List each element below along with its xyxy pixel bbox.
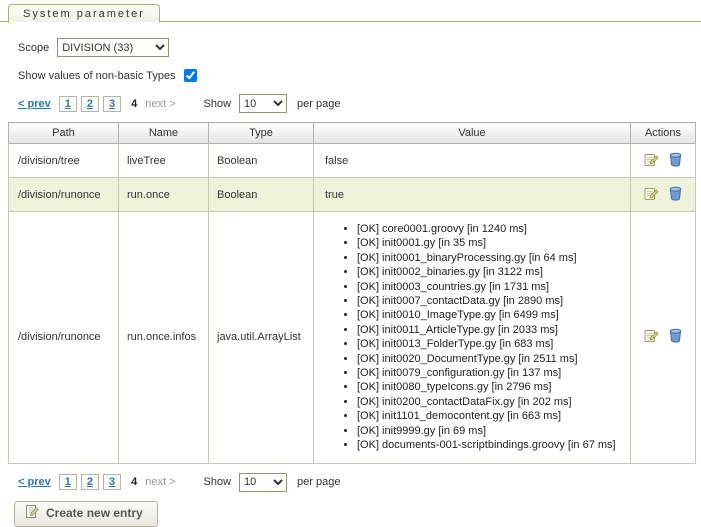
prev-page-link[interactable]: < prev [18,476,51,488]
show-label: Show [204,98,232,110]
header-path: Path [9,123,119,144]
value-list-item: [OK] init0079_configuration.gy [in 137 m… [357,366,622,380]
cell-name: run.once [119,178,209,212]
value-list-item: [OK] init0007_contactData.gy [in 2890 ms… [357,294,622,308]
nonbasic-row: Show values of non-basic Types [18,69,701,82]
create-new-entry-label: Create new entry [46,506,143,520]
value-list-item: [OK] init0001_binaryProcessing.gy [in 64… [357,251,622,265]
value-list-item: [OK] init0020_DocumentType.gy [in 2511 m… [357,352,622,366]
parameters-table: Path Name Type Value Actions /division/t… [8,122,696,464]
footer-row: Create new entry [14,501,701,527]
page-button-3[interactable]: 3 [103,474,121,490]
cell-path: /division/tree [9,144,119,178]
cell-actions [631,212,696,464]
value-list-item: [OK] init1101_democontent.gy [in 663 ms] [357,409,622,423]
cell-type: Boolean [209,178,314,212]
pagination-bottom: < prev 1 2 3 4 next > Show 10 per page [18,473,701,492]
value-list-item: [OK] init0001.gy [in 35 ms] [357,236,622,250]
page-button-2[interactable]: 2 [81,96,99,112]
new-entry-icon [25,505,39,522]
value-list: [OK] core0001.groovy [in 1240 ms][OK] in… [325,222,622,453]
cell-actions [631,144,696,178]
tab-label: System parameter [23,8,145,20]
delete-icon[interactable] [669,152,682,170]
cell-actions [631,178,696,212]
current-page-indicator: 4 [131,98,137,110]
next-page-link-disabled: next > [145,98,175,110]
cell-value: false [314,144,631,178]
page-size-select[interactable]: 10 [239,473,287,492]
value-list-item: [OK] init0200_contactDataFix.gy [in 202 … [357,395,622,409]
value-list-item: [OK] init0080_typeIcons.gy [in 2796 ms] [357,380,622,394]
header-name: Name [119,123,209,144]
page-button-3[interactable]: 3 [103,96,121,112]
value-list-item: [OK] init9999.gy [in 69 ms] [357,424,622,438]
create-new-entry-button[interactable]: Create new entry [14,501,158,527]
cell-name: run.once.infos [119,212,209,464]
cell-name: liveTree [119,144,209,178]
nonbasic-checkbox[interactable] [184,69,197,82]
page-size-select[interactable]: 10 [239,94,287,113]
header-value: Value [314,123,631,144]
per-page-label: per page [297,98,340,110]
nonbasic-label: Show values of non-basic Types [18,70,176,82]
cell-type: Boolean [209,144,314,178]
current-page-indicator: 4 [131,476,137,488]
table-row: /division/runonce run.once Boolean true [9,178,696,212]
scope-select[interactable]: DIVISION (33) [57,38,169,57]
delete-icon[interactable] [669,186,682,204]
tab-bar: System parameter [0,0,701,22]
table-row: /division/tree liveTree Boolean false [9,144,696,178]
edit-icon[interactable] [644,328,659,346]
value-list-item: [OK] init0003_countries.gy [in 1731 ms] [357,280,622,294]
scope-label: Scope [18,42,49,54]
edit-icon[interactable] [644,186,659,204]
page-button-1[interactable]: 1 [59,96,77,112]
cell-value: true [314,178,631,212]
cell-value-list: [OK] core0001.groovy [in 1240 ms][OK] in… [314,212,631,464]
page-button-2[interactable]: 2 [81,474,99,490]
cell-path: /division/runonce [9,178,119,212]
scope-row: Scope DIVISION (33) [18,38,701,57]
header-type: Type [209,123,314,144]
table-header-row: Path Name Type Value Actions [9,123,696,144]
value-list-item: [OK] init0002_binaries.gy [in 3122 ms] [357,265,622,279]
value-list-item: [OK] init0011_ArticleType.gy [in 2033 ms… [357,323,622,337]
delete-icon[interactable] [669,328,682,346]
value-list-item: [OK] init0013_FolderType.gy [in 683 ms] [357,337,622,351]
edit-icon[interactable] [644,152,659,170]
tab-system-parameter[interactable]: System parameter [8,4,160,23]
cell-type: java.util.ArrayList [209,212,314,464]
per-page-label: per page [297,476,340,488]
page-button-1[interactable]: 1 [59,474,77,490]
show-label: Show [204,476,232,488]
header-actions: Actions [631,123,696,144]
prev-page-link[interactable]: < prev [18,98,51,110]
value-list-item: [OK] init0010_ImageType.gy [in 6499 ms] [357,308,622,322]
table-row: /division/runonce run.once.infos java.ut… [9,212,696,464]
cell-path: /division/runonce [9,212,119,464]
pagination-top: < prev 1 2 3 4 next > Show 10 per page [18,94,701,113]
value-list-item: [OK] core0001.groovy [in 1240 ms] [357,222,622,236]
next-page-link-disabled: next > [145,476,175,488]
value-list-item: [OK] documents-001-scriptbindings.groovy… [357,438,622,452]
